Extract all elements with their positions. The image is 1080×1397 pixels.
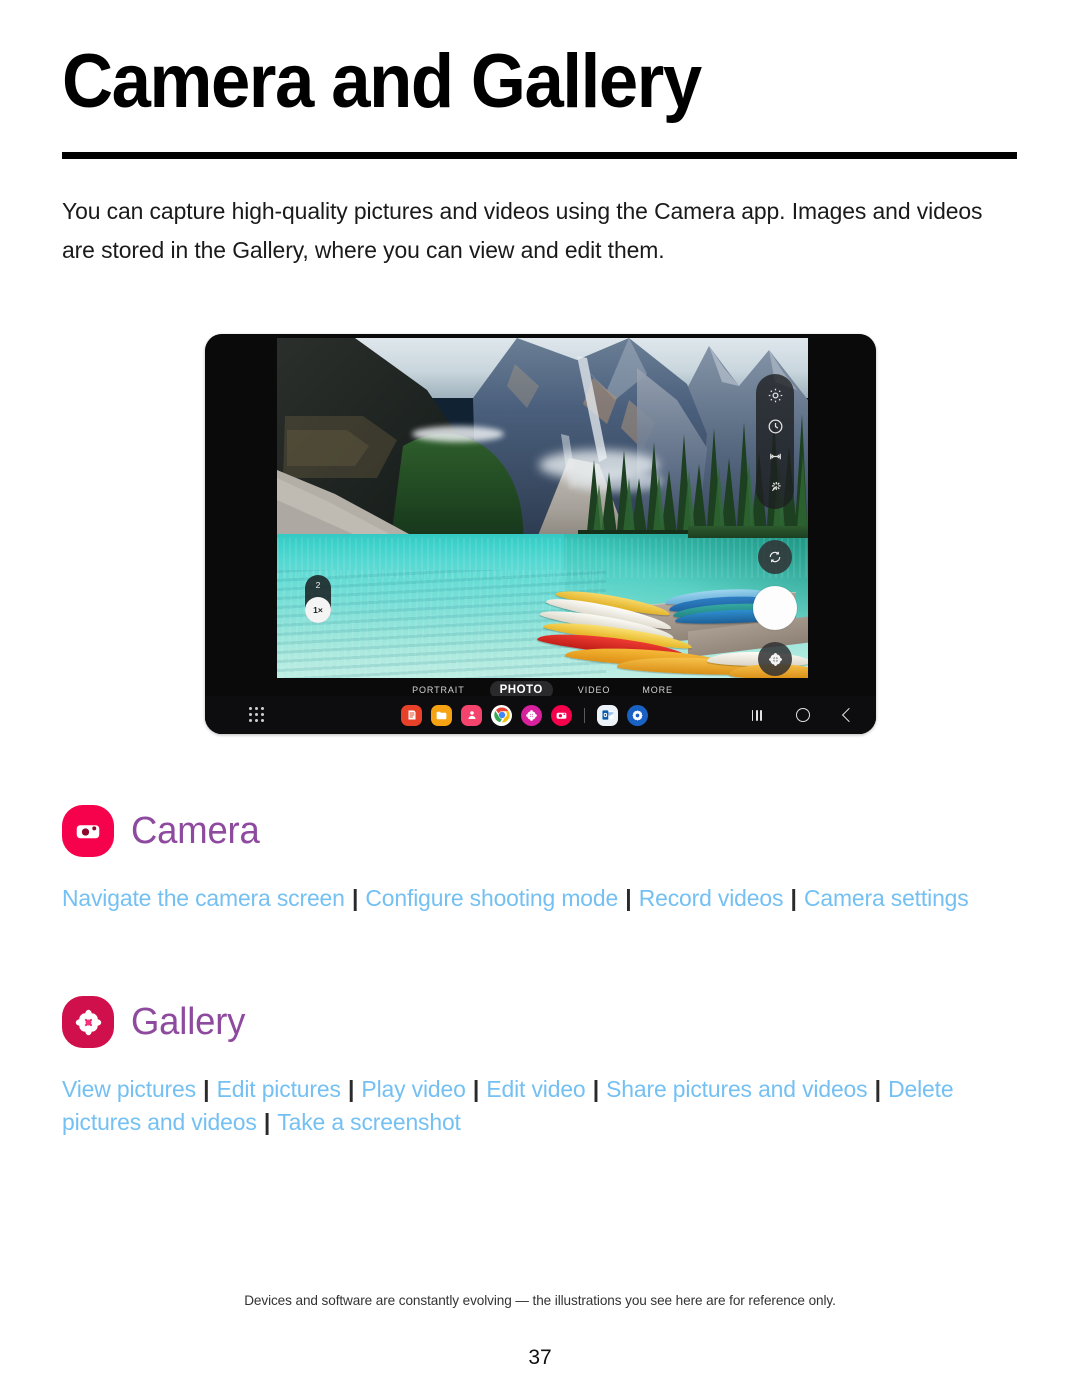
gallery-icon[interactable] (521, 704, 542, 726)
page-number: 37 (528, 1346, 552, 1369)
link-share-pictures-and-videos[interactable]: Share pictures and videos (606, 1076, 867, 1102)
preview-photo (277, 338, 808, 678)
gallery-flower-glyph (526, 709, 537, 721)
gallery-flower-icon (768, 652, 782, 666)
link-view-pictures[interactable]: View pictures (62, 1076, 196, 1102)
intro-paragraph: You can capture high-quality pictures an… (62, 198, 983, 263)
zoom-controls[interactable]: 2 1× (305, 575, 331, 623)
photo-far-shore (688, 526, 808, 538)
link-separator: | (466, 1076, 486, 1102)
link-edit-video[interactable]: Edit video (486, 1076, 585, 1102)
photo-scree-slope (277, 470, 447, 543)
footer-disclaimer: Devices and software are constantly evol… (244, 1292, 836, 1308)
section-camera-title: Camera (131, 810, 260, 852)
effects-wand-icon[interactable] (766, 478, 785, 497)
chrome-icon[interactable] (491, 704, 512, 726)
photo-mist-left (412, 426, 504, 442)
camera-links[interactable]: Navigate the camera screen | Configure s… (62, 882, 993, 915)
back-button[interactable] (841, 707, 857, 723)
section-camera-header: Camera (62, 805, 265, 857)
zoom-option-1x[interactable]: 1× (305, 597, 331, 623)
link-separator: | (586, 1076, 606, 1102)
gallery-thumbnail-button[interactable] (758, 642, 792, 676)
person-glyph (468, 711, 475, 719)
camera-options-rail[interactable] (756, 374, 794, 509)
title-divider (62, 152, 1017, 159)
samsung-notes-icon[interactable] (401, 704, 422, 726)
link-separator: | (619, 885, 638, 911)
camera-glyph (556, 712, 567, 719)
link-separator: | (868, 1076, 888, 1102)
settings-gear-icon[interactable] (766, 386, 785, 405)
link-record-videos[interactable]: Record videos (639, 885, 784, 911)
photo-lake-shimmer (277, 538, 808, 578)
link-play-video[interactable]: Play video (361, 1076, 465, 1102)
camera-viewfinder: 2 1× (277, 338, 808, 678)
camera-icon[interactable] (551, 704, 572, 726)
gallery-badge-glyph (75, 1009, 101, 1035)
link-edit-pictures[interactable]: Edit pictures (217, 1076, 341, 1102)
section-gallery-title: Gallery (131, 1001, 246, 1043)
camera-badge-glyph (76, 825, 100, 839)
tablet-illustration: 2 1× PORTRAIT PHOTO VIDEO MORE (205, 334, 876, 734)
link-separator: | (784, 885, 803, 911)
gallery-app-icon (62, 996, 114, 1048)
section-gallery-header: Gallery (62, 996, 250, 1048)
zoom-option-2x[interactable]: 2 (316, 580, 321, 590)
flip-camera-button[interactable] (758, 540, 792, 574)
recents-button[interactable] (751, 709, 762, 721)
link-take-a-screenshot[interactable]: Take a screenshot (277, 1109, 461, 1135)
outlook-icon[interactable] (597, 704, 618, 726)
settings-icon[interactable] (627, 704, 648, 726)
notes-glyph (408, 710, 415, 720)
link-separator: | (345, 885, 365, 911)
tablet-taskbar[interactable] (205, 696, 876, 734)
link-camera-settings[interactable]: Camera settings (804, 885, 969, 911)
outlook-glyph (601, 710, 613, 720)
home-button[interactable] (796, 708, 810, 722)
page-title: Camera and Gallery (62, 39, 702, 124)
all-apps-icon[interactable] (249, 707, 265, 723)
chrome-glyph (493, 706, 510, 724)
shutter-button[interactable] (753, 586, 797, 630)
link-separator: | (257, 1109, 277, 1135)
gear-glyph (632, 709, 643, 721)
link-separator: | (341, 1076, 361, 1102)
contacts-icon[interactable] (461, 704, 482, 726)
link-separator: | (196, 1076, 216, 1102)
link-navigate-camera-screen[interactable]: Navigate the camera screen (62, 885, 345, 911)
manual-page: Camera and Gallery You can capture high-… (0, 0, 1080, 1397)
link-configure-shooting-mode[interactable]: Configure shooting mode (365, 885, 618, 911)
folder-glyph (436, 711, 447, 719)
my-files-icon[interactable] (431, 704, 452, 726)
gallery-links[interactable]: View pictures | Edit pictures | Play vid… (62, 1073, 993, 1139)
taskbar-divider (584, 707, 585, 723)
camera-app-icon (62, 805, 114, 857)
tablet-screen: 2 1× PORTRAIT PHOTO VIDEO MORE (205, 334, 876, 734)
timer-icon[interactable] (766, 417, 785, 436)
taskbar-app-list[interactable] (401, 696, 648, 734)
flip-camera-icon (769, 551, 781, 563)
aspect-ratio-icon[interactable] (766, 447, 785, 466)
system-navigation-bar[interactable] (751, 696, 857, 734)
